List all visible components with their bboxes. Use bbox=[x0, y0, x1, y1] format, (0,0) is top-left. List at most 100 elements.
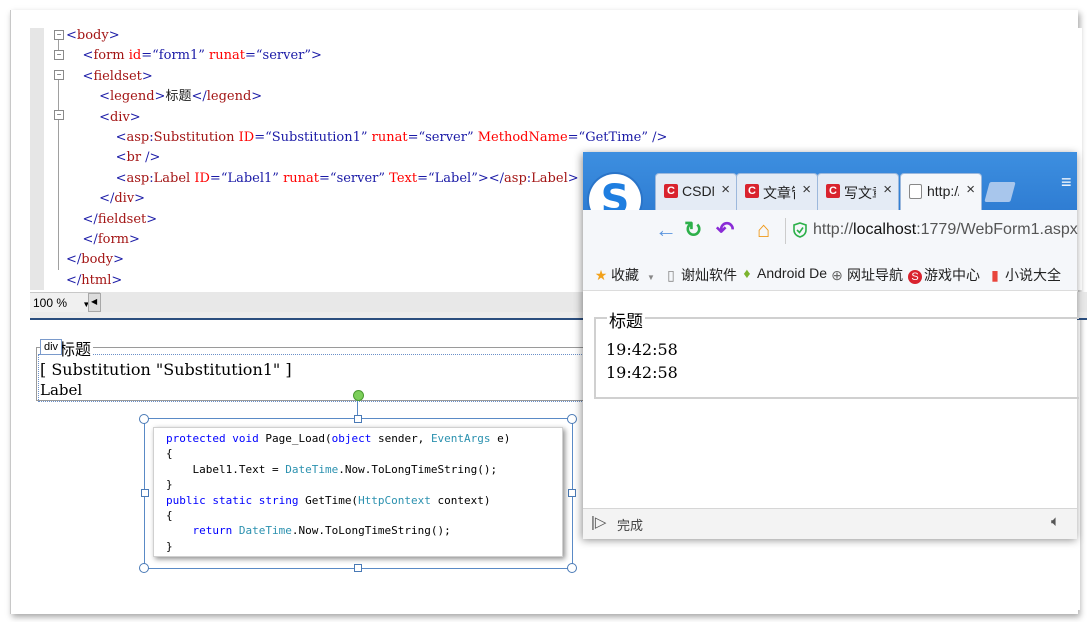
code-token: < bbox=[115, 150, 127, 166]
back-icon[interactable]: ← bbox=[655, 218, 677, 242]
code-line[interactable]: </div> bbox=[66, 189, 145, 209]
dropdown-icon[interactable]: ▼ bbox=[647, 273, 655, 282]
status-bar bbox=[583, 508, 1077, 539]
code-token: “server” bbox=[255, 48, 312, 64]
code-token: Label bbox=[153, 170, 191, 186]
url-prefix: http:// bbox=[813, 221, 854, 238]
resize-handle-nw[interactable] bbox=[139, 414, 149, 424]
code-token: return bbox=[192, 524, 239, 538]
home-icon[interactable]: ⌂ bbox=[757, 218, 770, 242]
collapse-icon[interactable]: − bbox=[54, 30, 64, 40]
code-token: br bbox=[126, 150, 142, 166]
code-token: fieldset bbox=[97, 211, 147, 227]
code-token: “GetTime” bbox=[578, 130, 648, 145]
code-token: < bbox=[115, 130, 127, 145]
code-token: div bbox=[109, 109, 130, 125]
code-token: = bbox=[209, 170, 221, 186]
tab-localhost[interactable]: http:// × bbox=[900, 173, 982, 211]
close-icon[interactable]: × bbox=[721, 181, 730, 198]
code-line: } bbox=[166, 477, 173, 493]
code-line[interactable]: </html> bbox=[66, 271, 122, 291]
code-token: protected void bbox=[166, 432, 266, 445]
code-line[interactable]: <body> bbox=[66, 26, 120, 46]
bookmark-android[interactable]: ♦ Android De bbox=[739, 265, 827, 281]
code-token: legend bbox=[109, 89, 155, 105]
label-time: 19:42:58 bbox=[606, 363, 678, 382]
tab-csdn[interactable]: C CSDN × bbox=[655, 173, 737, 211]
rotate-handle[interactable] bbox=[353, 390, 364, 401]
code-token: /> bbox=[141, 150, 161, 166]
url-text[interactable]: http://localhost:1779/WebForm1.aspx bbox=[813, 221, 1078, 239]
bookmark-games[interactable]: S 游戏中心 bbox=[908, 265, 980, 285]
code-token: Label1.Text = bbox=[192, 462, 286, 476]
code-token: “form1” bbox=[152, 48, 205, 64]
code-token: public static string bbox=[166, 493, 306, 507]
code-line[interactable]: <asp:Substitution ID=“Substitution1” run… bbox=[66, 128, 668, 148]
code-line: { bbox=[166, 508, 173, 524]
csdn-icon: C bbox=[745, 184, 759, 198]
code-token: asp bbox=[126, 130, 150, 145]
code-token: Label bbox=[531, 170, 568, 186]
code-token: html bbox=[81, 272, 112, 288]
bookmark-favorites[interactable]: ★ 收藏 ▼ bbox=[593, 265, 655, 285]
collapse-icon[interactable]: − bbox=[54, 70, 64, 80]
code-line: return DateTime.Now.ToLongTimeString(); bbox=[166, 523, 451, 539]
code-token: < bbox=[99, 109, 110, 125]
url-path: :1779/WebForm1.aspx bbox=[916, 221, 1078, 238]
substitution-control[interactable]: [ Substitution "Substitution1" ] bbox=[40, 360, 292, 379]
bookmark-novels[interactable]: ▮ 小说大全 bbox=[987, 265, 1061, 285]
close-icon[interactable]: × bbox=[966, 181, 975, 198]
code-token: HttpContext bbox=[358, 493, 431, 507]
code-token: > bbox=[111, 272, 123, 288]
code-token: form bbox=[93, 48, 125, 64]
bookmark-nav[interactable]: ⊕ 网址导航 bbox=[829, 265, 903, 285]
close-icon[interactable]: × bbox=[802, 181, 811, 198]
code-token: </ bbox=[66, 272, 82, 288]
code-token: </ bbox=[191, 89, 207, 105]
bookmark-xiecan[interactable]: ▯ 谢灿软件 bbox=[663, 265, 737, 285]
code-line[interactable]: <legend>标题</legend> bbox=[66, 87, 262, 107]
outline-margin: − − − − bbox=[54, 28, 66, 290]
code-line[interactable]: <fieldset> bbox=[66, 67, 153, 87]
undo-icon[interactable]: ↶ bbox=[716, 218, 734, 242]
page-legend: 标题 bbox=[607, 307, 645, 332]
resize-handle-e[interactable] bbox=[568, 489, 576, 497]
resize-handle-sw[interactable] bbox=[139, 563, 149, 573]
menu-icon[interactable]: ≡ bbox=[1061, 172, 1072, 193]
code-token: < bbox=[99, 89, 110, 105]
code-line[interactable]: </body> bbox=[66, 250, 124, 270]
label-control[interactable]: Label bbox=[40, 381, 82, 399]
code-line[interactable]: <form id=“form1” runat=“server”> bbox=[66, 46, 322, 66]
bookmark-label: 谢灿软件 bbox=[681, 267, 737, 283]
speaker-icon[interactable]: 🔈︎ bbox=[1051, 513, 1060, 530]
selection-margin bbox=[30, 28, 44, 290]
reload-icon[interactable]: ↻ bbox=[684, 218, 702, 242]
code-line[interactable]: <br /> bbox=[66, 148, 161, 168]
resize-handle-ne[interactable] bbox=[567, 414, 577, 424]
code-line[interactable]: </form> bbox=[66, 230, 140, 250]
resize-handle-n[interactable] bbox=[354, 415, 362, 423]
code-line[interactable]: <asp:Label ID=“Label1” runat=“server” Te… bbox=[66, 169, 579, 189]
code-token: </ bbox=[66, 252, 82, 268]
code-token: div bbox=[114, 191, 135, 207]
new-tab-button[interactable] bbox=[984, 182, 1016, 202]
code-image[interactable]: protected void Page_Load(object sender, … bbox=[153, 427, 563, 557]
code-token: > bbox=[154, 89, 166, 105]
tab-article-manage[interactable]: C 文章管 × bbox=[736, 173, 818, 211]
tab-write-article[interactable]: C 写文章 × bbox=[817, 173, 899, 211]
code-token: Substitution bbox=[153, 130, 235, 145]
code-token: Page_Load( bbox=[265, 432, 332, 445]
code-line[interactable]: </fieldset> bbox=[66, 210, 158, 230]
url-host: localhost bbox=[853, 221, 917, 238]
div-tag-label[interactable]: div bbox=[40, 339, 62, 355]
collapse-icon[interactable]: − bbox=[54, 50, 64, 60]
resize-handle-se[interactable] bbox=[567, 563, 577, 573]
code-line[interactable]: <div> bbox=[66, 108, 141, 128]
scroll-left-button[interactable]: ◀ bbox=[88, 293, 101, 312]
browser-window[interactable]: S C CSDN × C 文章管 × C 写文章 × http:// × ≡ ←… bbox=[583, 152, 1079, 539]
code-token: > bbox=[129, 109, 141, 125]
close-icon[interactable]: × bbox=[883, 181, 892, 198]
resize-handle-s[interactable] bbox=[354, 564, 362, 572]
resize-handle-w[interactable] bbox=[141, 489, 149, 497]
collapse-icon[interactable]: − bbox=[54, 110, 64, 120]
